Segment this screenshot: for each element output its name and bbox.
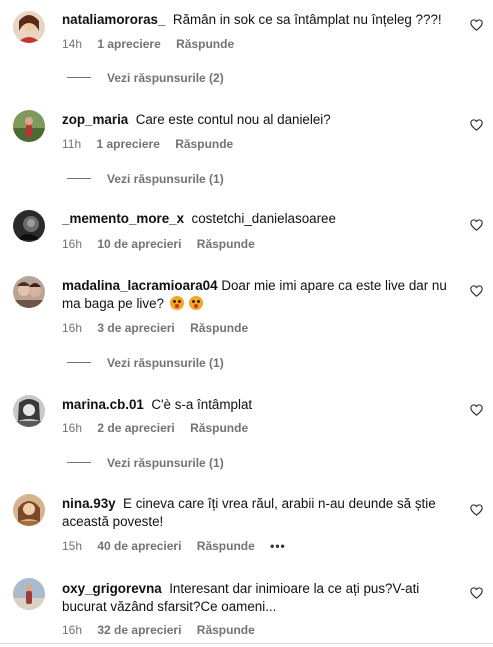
comment-username[interactable]: _memento_more_x (62, 211, 184, 226)
avatar[interactable] (13, 276, 45, 308)
view-replies-button[interactable]: Vezi răspunsurile (1) (67, 171, 224, 187)
comment-time: 15h (62, 539, 83, 553)
comment-meta: 16h 3 de aprecieri Răspunde (62, 320, 260, 336)
comment-username[interactable]: zop_maria (62, 112, 128, 127)
comment-time: 16h (62, 237, 83, 251)
comment-time: 16h (62, 623, 83, 637)
likes-count[interactable]: 10 de aprecieri (97, 236, 181, 252)
comment-meta: 16h 10 de aprecieri Răspunde (62, 236, 267, 252)
reply-button[interactable]: Răspunde (175, 136, 233, 152)
avatar[interactable] (13, 11, 45, 43)
avatar[interactable] (13, 494, 45, 526)
reply-button[interactable]: Răspunde (197, 538, 255, 554)
likes-count[interactable]: 32 de aprecieri (97, 622, 181, 638)
reply-button[interactable]: Răspunde (197, 236, 255, 252)
comment-body: C'è s-a întâmplat (151, 397, 253, 412)
reply-button[interactable]: Răspunde (176, 36, 234, 52)
replies-divider-line (67, 77, 91, 79)
view-replies-button[interactable]: Vezi răspunsurile (1) (67, 355, 224, 371)
comment-username[interactable]: nataliamororas_ (62, 12, 165, 27)
likes-count[interactable]: 1 apreciere (97, 36, 160, 52)
comment-time: 16h (62, 321, 83, 335)
astonished-face-emoji-icon (169, 296, 184, 310)
comment-text: zop_maria Care este contul nou al daniel… (62, 111, 457, 129)
comment-time: 14h (62, 37, 83, 51)
replies-divider-line (67, 178, 91, 180)
view-replies-label: Vezi răspunsurile (1) (107, 456, 224, 470)
heart-outline-icon[interactable] (470, 219, 483, 231)
likes-count[interactable]: 3 de aprecieri (97, 320, 174, 336)
bottom-divider (0, 643, 493, 644)
likes-count[interactable]: 1 apreciere (96, 136, 159, 152)
comment-username[interactable]: oxy_grigorevna (62, 581, 162, 596)
reply-button[interactable]: Răspunde (197, 622, 255, 638)
comment-body: costetchi_danielasoaree (191, 211, 336, 226)
more-options-icon[interactable]: ••• (270, 538, 286, 554)
heart-outline-icon[interactable] (470, 504, 483, 516)
comment-meta: 16h 32 de aprecieri Răspunde (62, 622, 267, 638)
heart-outline-icon[interactable] (470, 19, 483, 31)
reply-button[interactable]: Răspunde (190, 420, 248, 436)
replies-divider-line (67, 362, 91, 364)
heart-outline-icon[interactable] (470, 404, 483, 416)
heart-outline-icon[interactable] (470, 587, 483, 599)
avatar[interactable] (13, 395, 45, 427)
comment-username[interactable]: marina.cb.01 (62, 397, 144, 412)
heart-outline-icon[interactable] (470, 119, 483, 131)
comment-text: marina.cb.01 C'è s-a întâmplat (62, 396, 457, 414)
likes-count[interactable]: 40 de aprecieri (97, 538, 181, 554)
comment-text: oxy_grigorevna Interesant dar inimioare … (62, 580, 457, 616)
avatar[interactable] (13, 578, 45, 610)
comment-time: 16h (62, 421, 83, 435)
comment-body: Rămân in sok ce sa întâmplat nu înțeleg … (172, 12, 442, 27)
avatar[interactable] (13, 210, 45, 242)
comment-time: 11h (62, 137, 82, 151)
comment-text: nataliamororas_ Rămân in sok ce sa întâm… (62, 11, 457, 29)
heart-outline-icon[interactable] (470, 285, 483, 297)
reply-button[interactable]: Răspunde (190, 320, 248, 336)
comment-text: nina.93y E cineva care îți vrea răul, ar… (62, 495, 457, 531)
comment-text: madalina_lacramioara04 Doar mie imi apar… (62, 277, 457, 313)
comment-meta: 11h 1 apreciere Răspunde (62, 136, 245, 152)
comment-meta: 14h 1 apreciere Răspunde (62, 36, 246, 52)
comment-meta: 16h 2 de aprecieri Răspunde (62, 420, 260, 436)
view-replies-label: Vezi răspunsurile (1) (107, 356, 224, 370)
comment-text: _memento_more_x costetchi_danielasoaree (62, 210, 457, 228)
comment-username[interactable]: nina.93y (62, 496, 116, 511)
comment-body: E cineva care îți vrea răul, arabii n-au… (62, 496, 436, 529)
astonished-face-emoji-icon (189, 296, 204, 310)
avatar[interactable] (13, 110, 45, 142)
view-replies-button[interactable]: Vezi răspunsurile (2) (67, 70, 224, 86)
comment-body: Care este contul nou al danielei? (135, 112, 331, 127)
view-replies-button[interactable]: Vezi răspunsurile (1) (67, 455, 224, 471)
replies-divider-line (67, 462, 91, 464)
view-replies-label: Vezi răspunsurile (1) (107, 172, 224, 186)
comment-meta: 15h 40 de aprecieri Răspunde ••• (62, 538, 298, 554)
comment-username[interactable]: madalina_lacramioara04 (62, 278, 218, 293)
view-replies-label: Vezi răspunsurile (2) (107, 71, 224, 85)
likes-count[interactable]: 2 de aprecieri (97, 420, 174, 436)
